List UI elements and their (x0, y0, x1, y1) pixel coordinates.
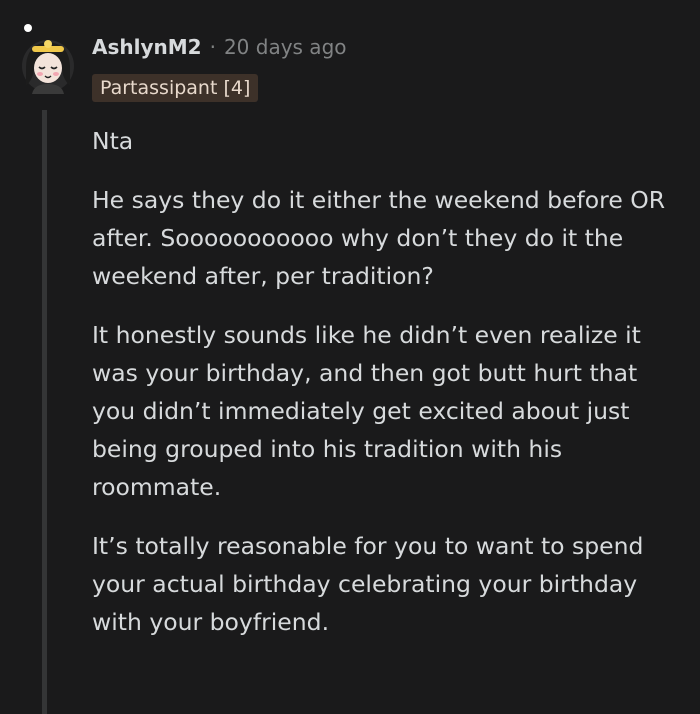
comment-paragraph: It’s totally reasonable for you to want … (92, 532, 644, 636)
avatar[interactable] (16, 22, 76, 94)
user-flair: Partassipant [4] (92, 74, 259, 102)
comment-body: Nta He says they do it either the weeken… (92, 122, 682, 662)
thread-collapse-line[interactable] (42, 110, 47, 714)
comment-paragraph: It honestly sounds like he didn’t even r… (92, 321, 641, 501)
user-avatar-icon (22, 24, 74, 94)
meta-separator: · (209, 35, 216, 59)
comment-timestamp[interactable]: 20 days ago (224, 32, 347, 62)
comment-header: AshlynM2 · 20 days ago (92, 32, 347, 62)
author-name[interactable]: AshlynM2 (92, 32, 202, 62)
comment-paragraph: Nta (92, 127, 134, 155)
comment-paragraph: He says they do it either the weekend be… (92, 186, 666, 290)
